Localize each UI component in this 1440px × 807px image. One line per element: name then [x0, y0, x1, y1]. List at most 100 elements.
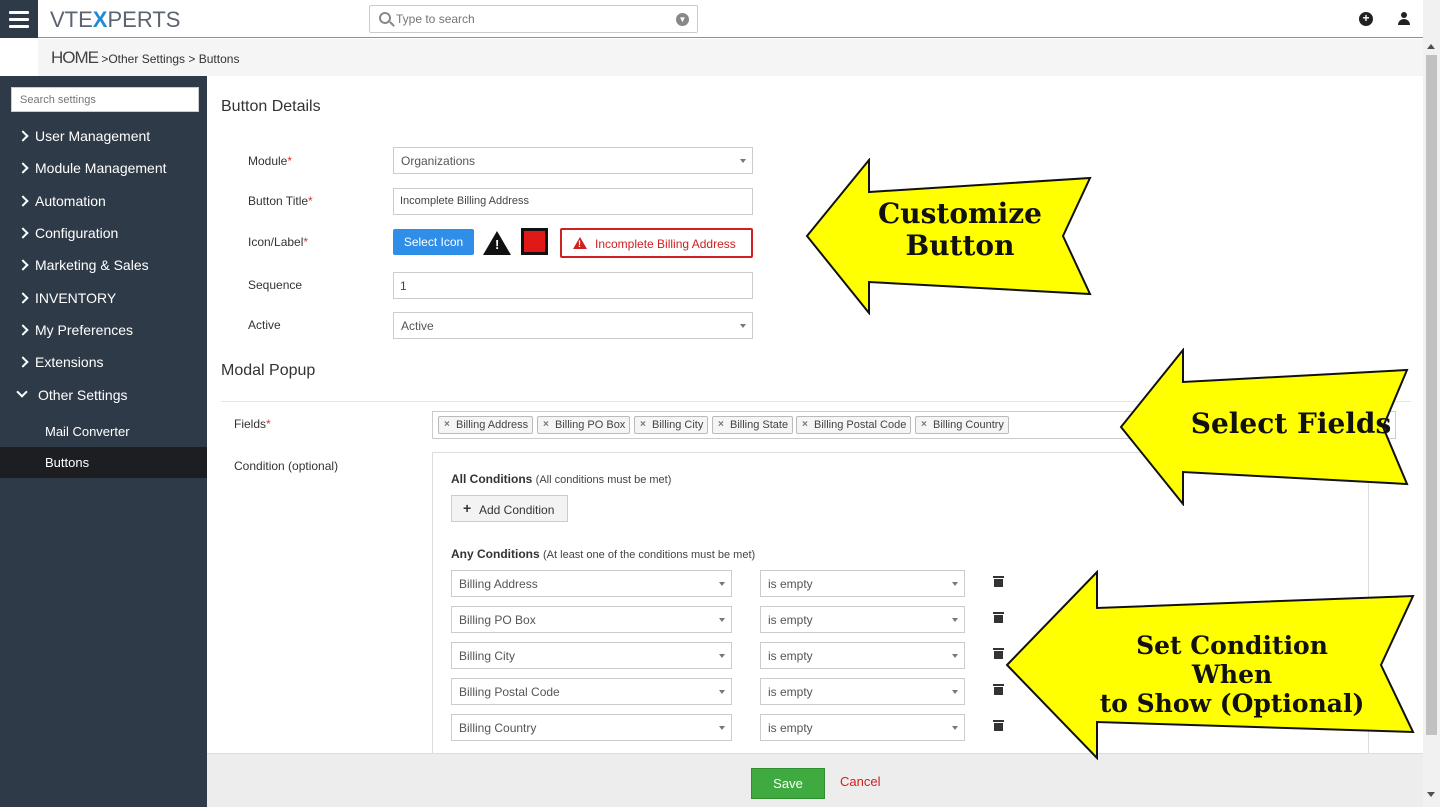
chevron-down-icon — [952, 726, 958, 730]
chevron-right-icon — [17, 259, 28, 270]
hamburger-icon[interactable] — [0, 0, 38, 38]
chevron-right-icon — [17, 195, 28, 206]
sidebar-item-module-management[interactable]: Module Management — [0, 155, 207, 183]
top-navbar: VTEXPERTS ▼ + — [0, 0, 1440, 38]
sidebar-item-marketing-sales[interactable]: Marketing & Sales — [0, 252, 207, 280]
save-button[interactable]: Save — [751, 768, 825, 799]
chevron-down-icon — [952, 654, 958, 658]
chevron-down-icon — [719, 726, 725, 730]
settings-sidebar: User Management Module Management Automa… — [0, 76, 207, 807]
field-tag[interactable]: ×Billing PO Box — [537, 416, 630, 434]
chevron-right-icon — [17, 356, 28, 367]
active-select[interactable]: Active — [393, 312, 753, 339]
chevron-down-icon — [719, 690, 725, 694]
vertical-scrollbar[interactable] — [1423, 0, 1440, 807]
chevron-down-icon — [719, 582, 725, 586]
chevron-down-icon — [16, 386, 27, 397]
user-icon[interactable] — [1398, 12, 1410, 26]
chevron-down-icon — [740, 324, 746, 328]
condition-operator-select[interactable]: is empty — [760, 642, 965, 669]
app-logo[interactable]: VTEXPERTS — [50, 7, 180, 33]
add-condition-button[interactable]: +Add Condition — [451, 495, 568, 522]
condition-operator-select[interactable]: is empty — [760, 606, 965, 633]
breadcrumb-bar: HOME >Other Settings > Buttons — [0, 39, 1423, 76]
field-tag[interactable]: ×Billing City — [634, 416, 708, 434]
global-search-input[interactable] — [396, 10, 656, 28]
scrollbar-thumb[interactable] — [1426, 55, 1437, 735]
close-icon[interactable]: × — [802, 419, 808, 430]
fields-label: Fields* — [234, 417, 271, 431]
condition-field-select[interactable]: Billing City — [451, 642, 732, 669]
sidebar-item-configuration[interactable]: Configuration — [0, 220, 207, 248]
module-select[interactable]: Organizations — [393, 147, 753, 174]
chevron-right-icon — [17, 130, 28, 141]
field-tag[interactable]: ×Billing Postal Code — [796, 416, 911, 434]
form-footer: Save Cancel — [207, 753, 1423, 807]
plus-icon[interactable]: + — [1359, 12, 1373, 26]
field-tag[interactable]: ×Billing Address — [438, 416, 533, 434]
sidebar-item-inventory[interactable]: INVENTORY — [0, 285, 207, 313]
close-icon[interactable]: × — [718, 419, 724, 430]
dropdown-icon[interactable]: ▼ — [676, 13, 689, 26]
module-label: Module* — [248, 154, 292, 168]
cancel-button[interactable]: Cancel — [840, 774, 880, 789]
condition-operator-select[interactable]: is empty — [760, 714, 965, 741]
trash-icon[interactable] — [994, 576, 1003, 587]
button-details-title: Button Details — [221, 98, 321, 116]
chevron-down-icon — [719, 618, 725, 622]
sidebar-item-my-preferences[interactable]: My Preferences — [0, 317, 207, 345]
chevron-right-icon — [17, 162, 28, 173]
trash-icon[interactable] — [994, 720, 1003, 731]
icon-label-label: Icon/Label* — [248, 235, 308, 249]
sequence-input[interactable]: 1 — [393, 272, 753, 299]
breadcrumb-buttons[interactable]: Buttons — [199, 52, 240, 66]
condition-label: Condition (optional) — [234, 459, 338, 473]
chevron-down-icon — [740, 159, 746, 163]
any-conditions-heading: Any Conditions (At least one of the cond… — [451, 547, 755, 561]
sidebar-item-extensions[interactable]: Extensions — [0, 349, 207, 377]
chevron-down-icon — [952, 690, 958, 694]
condition-field-select[interactable]: Billing Address — [451, 570, 732, 597]
plus-icon: + — [463, 500, 471, 516]
close-icon[interactable]: × — [640, 419, 646, 430]
chevron-right-icon — [17, 227, 28, 238]
button-preview-label: Incomplete Billing Address — [560, 228, 753, 258]
all-conditions-heading: All Conditions (All conditions must be m… — [451, 472, 671, 486]
customize-button-callout: Customize Button — [805, 158, 1095, 315]
trash-icon[interactable] — [994, 648, 1003, 659]
sidebar-item-automation[interactable]: Automation — [0, 188, 207, 216]
close-icon[interactable]: × — [921, 419, 927, 430]
breadcrumb-other-settings[interactable]: Other Settings — [108, 52, 185, 66]
set-condition-callout: Set Condition When to Show (Optional) — [1005, 570, 1418, 760]
trash-icon[interactable] — [994, 612, 1003, 623]
button-title-label: Button Title* — [248, 194, 313, 208]
chevron-right-icon — [17, 292, 28, 303]
select-fields-callout: Select Fields — [1119, 348, 1412, 506]
close-icon[interactable]: × — [543, 419, 549, 430]
warning-icon — [573, 237, 587, 249]
condition-field-select[interactable]: Billing Country — [451, 714, 732, 741]
condition-field-select[interactable]: Billing PO Box — [451, 606, 732, 633]
sidebar-subitem-buttons[interactable]: Buttons — [0, 447, 207, 478]
breadcrumb-home[interactable]: HOME — [51, 48, 98, 67]
warning-icon[interactable]: ! — [483, 231, 511, 255]
sidebar-item-user-management[interactable]: User Management — [0, 123, 207, 151]
settings-search[interactable] — [11, 87, 199, 112]
global-search[interactable]: ▼ — [369, 5, 698, 33]
sidebar-item-other-settings[interactable]: Other Settings — [0, 382, 207, 410]
sequence-label: Sequence — [248, 278, 302, 292]
sidebar-subitem-mail-converter[interactable]: Mail Converter — [0, 416, 207, 447]
condition-operator-select[interactable]: is empty — [760, 570, 965, 597]
settings-search-input[interactable] — [12, 88, 198, 111]
button-title-input[interactable]: Incomplete Billing Address — [393, 188, 753, 215]
close-icon[interactable]: × — [444, 419, 450, 430]
field-tag[interactable]: ×Billing State — [712, 416, 793, 434]
field-tag[interactable]: ×Billing Country — [915, 416, 1009, 434]
select-icon-button[interactable]: Select Icon — [393, 229, 474, 255]
color-picker-swatch[interactable] — [521, 228, 548, 255]
condition-field-select[interactable]: Billing Postal Code — [451, 678, 732, 705]
modal-popup-title: Modal Popup — [221, 362, 315, 380]
condition-operator-select[interactable]: is empty — [760, 678, 965, 705]
trash-icon[interactable] — [994, 684, 1003, 695]
search-icon — [379, 12, 391, 24]
